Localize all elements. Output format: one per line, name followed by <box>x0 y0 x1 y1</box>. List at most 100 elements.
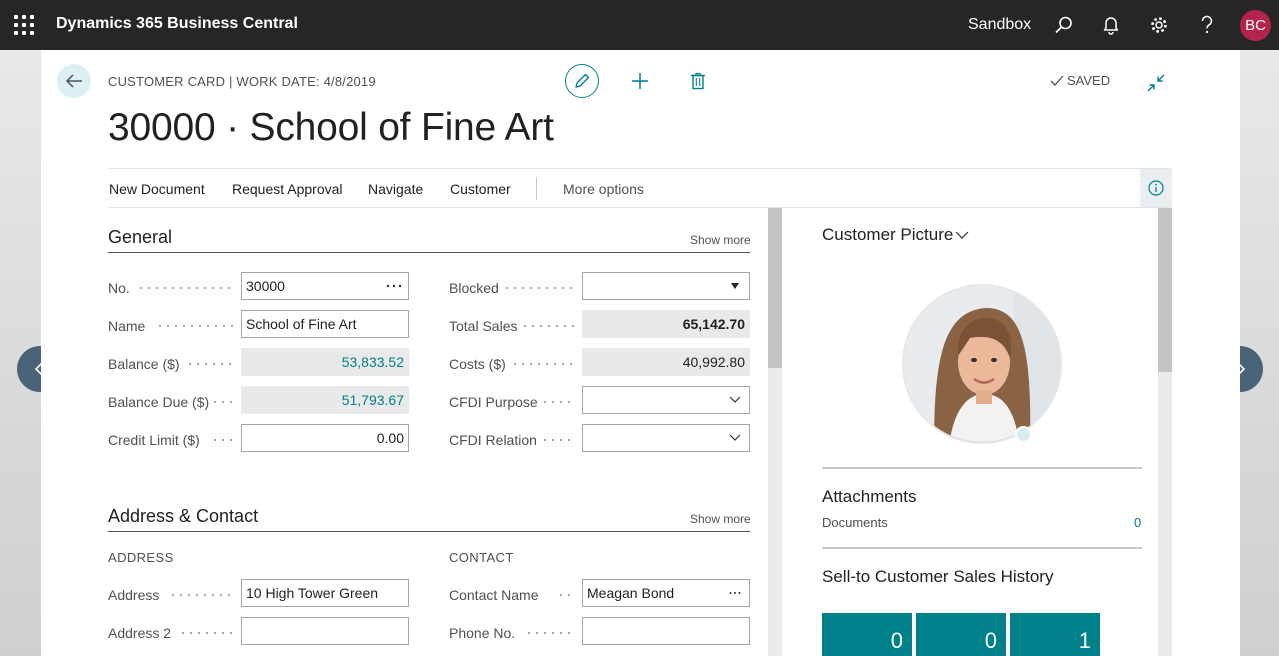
back-arrow-icon <box>65 74 82 88</box>
factbox-scrollbar[interactable] <box>1158 208 1172 656</box>
page-title: 30000 · School of Fine Art <box>108 106 554 149</box>
delete-button[interactable] <box>687 70 709 92</box>
costs-field-value: 40,992.80 <box>682 354 745 370</box>
collapse-icon <box>1147 74 1165 92</box>
action-customer[interactable]: Customer <box>450 181 511 197</box>
field-label-balance-due: Balance Due ($) <box>108 394 210 410</box>
blocked-select[interactable] <box>582 272 750 300</box>
dot-leader <box>525 632 574 634</box>
gear-icon[interactable] <box>1147 13 1171 37</box>
action-request-approval[interactable]: Request Approval <box>232 181 343 197</box>
info-icon <box>1148 180 1164 196</box>
documents-count[interactable]: 0 <box>1134 515 1141 530</box>
phone-field[interactable] <box>582 617 750 645</box>
saved-status: SAVED <box>1050 73 1110 88</box>
credit-limit-field[interactable]: 0.00 <box>241 424 409 452</box>
customer-photo[interactable] <box>902 284 1062 444</box>
sales-history-cue[interactable]: 0 <box>916 613 1006 656</box>
field-label-cfdi-purpose: CFDI Purpose <box>449 394 538 410</box>
trash-icon <box>691 72 705 90</box>
app-title[interactable]: Dynamics 365 Business Central <box>56 15 298 33</box>
waffle-icon[interactable] <box>14 15 34 35</box>
action-more-options[interactable]: More options <box>563 181 644 197</box>
group-heading-contact: CONTACT <box>449 550 514 565</box>
bell-icon[interactable] <box>1099 13 1123 37</box>
documents-label: Documents <box>822 515 888 530</box>
name-field[interactable]: School of Fine Art <box>241 310 409 338</box>
action-navigate[interactable]: Navigate <box>368 181 423 197</box>
content-scrollbar[interactable] <box>768 208 782 656</box>
dot-leader <box>137 287 233 289</box>
section-title-general[interactable]: General <box>108 227 172 248</box>
balance-due-field-value[interactable]: 51,793.67 <box>246 392 404 408</box>
new-button[interactable] <box>629 70 651 92</box>
dot-leader <box>179 632 233 634</box>
dot-leader <box>557 594 574 596</box>
credit-limit-field-value: 0.00 <box>376 430 404 446</box>
name-field-value: School of Fine Art <box>246 316 357 332</box>
no-field-value: 30000 <box>246 278 285 294</box>
field-label-contact-name: Contact Name <box>449 587 539 603</box>
address-field[interactable]: 10 High Tower Green <box>241 579 409 607</box>
section-divider <box>108 252 750 253</box>
dot-leader <box>211 401 233 403</box>
dot-leader <box>156 325 233 327</box>
environment-name: Sandbox <box>968 16 1032 33</box>
customer-picture-title: Customer Picture <box>822 225 954 244</box>
action-bar: New Document Request Approval Navigate C… <box>108 168 1172 208</box>
costs-field: 40,992.80 <box>582 348 750 376</box>
cfdi-purpose-select[interactable] <box>582 386 750 414</box>
action-new-document[interactable]: New Document <box>109 181 205 197</box>
field-label-cfdi-relation: CFDI Relation <box>449 432 537 448</box>
help-icon[interactable] <box>1195 13 1219 37</box>
field-label-total-sales: Total Sales <box>449 318 518 334</box>
field-label-credit-limit: Credit Limit ($) <box>108 432 200 448</box>
attachments-title[interactable]: Attachments <box>822 487 917 507</box>
customer-picture-header[interactable]: Customer Picture <box>822 225 969 245</box>
collapse-button[interactable] <box>1145 72 1167 94</box>
top-bar: Dynamics 365 Business Central Sandbox BC <box>0 0 1279 50</box>
dot-leader <box>541 439 574 441</box>
sales-history-cue[interactable]: 1 <box>1010 613 1100 656</box>
back-button[interactable] <box>57 64 91 98</box>
address-2-field[interactable] <box>241 617 409 645</box>
search-icon[interactable] <box>1052 13 1076 37</box>
pencil-icon <box>575 73 590 88</box>
dot-leader <box>541 401 574 403</box>
field-label-costs: Costs ($) <box>449 356 506 372</box>
plus-icon <box>632 73 648 89</box>
dropdown-arrow-icon[interactable] <box>725 283 745 289</box>
ellipsis-icon[interactable] <box>384 284 404 288</box>
action-separator <box>536 177 537 200</box>
address-show-more-link[interactable]: Show more <box>690 512 751 526</box>
ellipsis-icon[interactable] <box>725 591 745 595</box>
section-title-address-contact[interactable]: Address & Contact <box>108 506 258 527</box>
cfdi-relation-select[interactable] <box>582 424 750 452</box>
contact-name-field-value: Meagan Bond <box>587 585 675 601</box>
balance-field-value[interactable]: 53,833.52 <box>246 354 404 370</box>
factbox-scrollbar-thumb[interactable] <box>1158 208 1172 372</box>
edit-button[interactable] <box>565 64 599 98</box>
dot-leader <box>503 287 574 289</box>
dot-leader <box>186 363 233 365</box>
balance-field[interactable]: 53,833.52 <box>241 348 409 376</box>
field-label-balance: Balance ($) <box>108 356 180 372</box>
field-label-phone: Phone No. <box>449 625 516 641</box>
photo-status-indicator <box>1015 426 1032 443</box>
avatar[interactable]: BC <box>1240 10 1271 41</box>
no-field[interactable]: 30000 <box>241 272 409 300</box>
chevron-down-icon[interactable] <box>725 396 745 404</box>
sales-history-title[interactable]: Sell-to Customer Sales History <box>822 567 1053 587</box>
balance-due-field[interactable]: 51,793.67 <box>241 386 409 414</box>
contact-name-field[interactable]: Meagan Bond <box>582 579 750 607</box>
dot-leader <box>211 439 233 441</box>
content-scrollbar-thumb[interactable] <box>768 208 782 368</box>
check-icon <box>1050 75 1064 86</box>
section-divider <box>108 531 750 532</box>
field-label-address-2: Address 2 <box>108 625 172 641</box>
general-show-more-link[interactable]: Show more <box>690 233 751 247</box>
sales-history-cue[interactable]: 0 <box>822 613 912 656</box>
field-label-no: No. <box>108 280 130 296</box>
factbox-toggle-button[interactable] <box>1140 169 1172 207</box>
chevron-down-icon[interactable] <box>725 434 745 442</box>
